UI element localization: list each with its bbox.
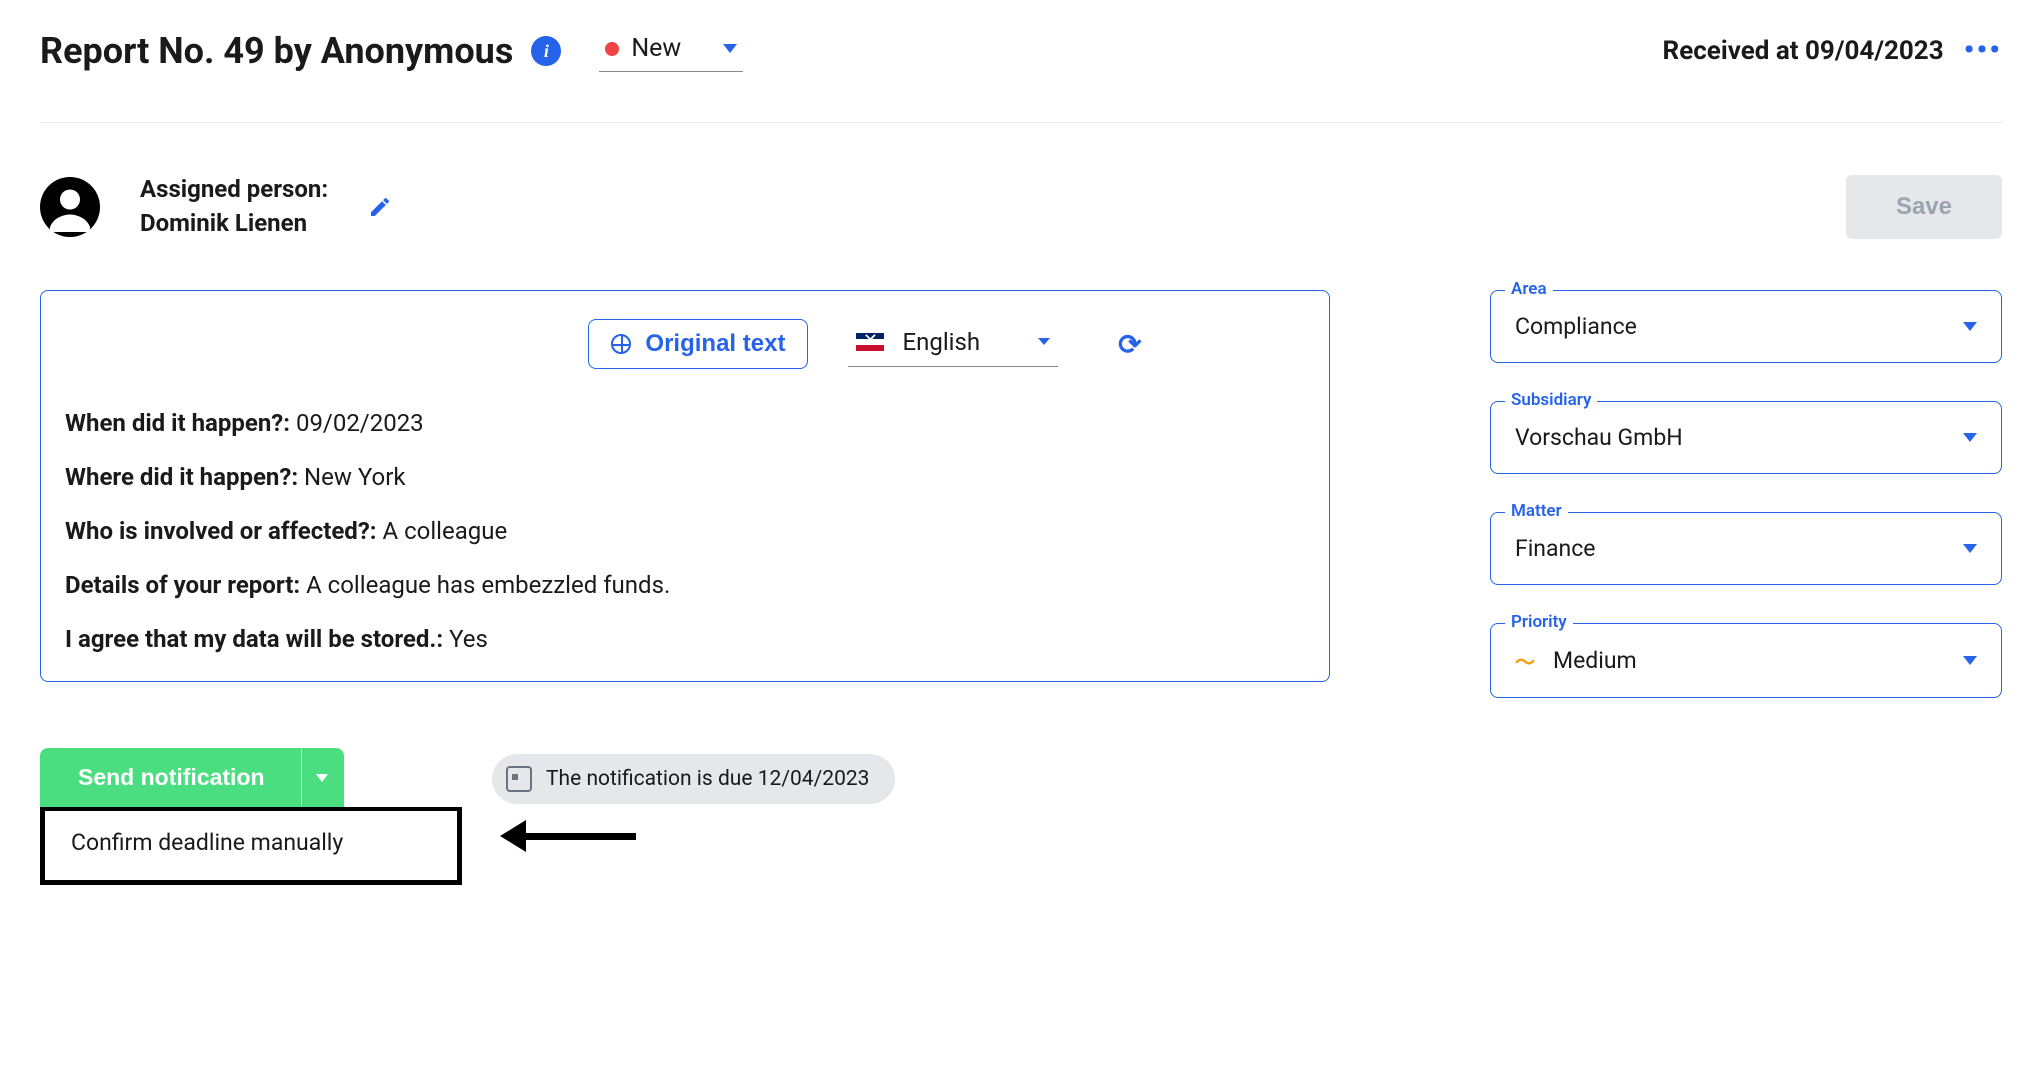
page-title: Report No. 49 by Anonymous bbox=[40, 30, 513, 72]
report-toolbar: Original text English ⟳ bbox=[425, 319, 1305, 369]
status-select[interactable]: New bbox=[599, 30, 743, 72]
assigned-text: Assigned person: Dominik Lienen bbox=[140, 173, 328, 240]
report-line-details: Details of your report: A colleague has … bbox=[65, 571, 1305, 599]
globe-icon bbox=[611, 334, 631, 354]
chevron-down-icon bbox=[1963, 322, 1977, 331]
report-line-consent: I agree that my data will be stored.: Ye… bbox=[65, 625, 1305, 653]
calendar-icon bbox=[506, 766, 532, 792]
header-left: Report No. 49 by Anonymous i New bbox=[40, 30, 743, 72]
status-value: New bbox=[631, 34, 681, 63]
bottom-actions: Send notification Confirm deadline manua… bbox=[40, 748, 2002, 885]
assigned-name: Dominik Lienen bbox=[140, 207, 328, 241]
side-column: Area Compliance Subsidiary Vorschau GmbH… bbox=[1490, 290, 2002, 698]
flag-uk-icon bbox=[856, 333, 884, 351]
arrow-head-icon bbox=[500, 820, 526, 852]
subsidiary-select[interactable]: Subsidiary Vorschau GmbH bbox=[1490, 401, 2002, 474]
send-split-button: Send notification bbox=[40, 748, 462, 807]
original-text-button[interactable]: Original text bbox=[588, 319, 808, 369]
chevron-down-icon bbox=[723, 44, 737, 53]
report-line-when: When did it happen?: 09/02/2023 bbox=[65, 409, 1305, 437]
due-text: The notification is due 12/04/2023 bbox=[546, 767, 869, 791]
avatar-icon bbox=[40, 177, 100, 237]
area-select[interactable]: Area Compliance bbox=[1490, 290, 2002, 363]
main-content: Original text English ⟳ When did it happ… bbox=[40, 290, 2002, 698]
priority-label: Priority bbox=[1505, 612, 1573, 632]
area-label: Area bbox=[1505, 279, 1553, 299]
edit-icon[interactable] bbox=[368, 195, 392, 219]
chevron-down-icon bbox=[1963, 656, 1977, 665]
header-right: Received at 09/04/2023 ••• bbox=[1663, 36, 2002, 66]
language-value: English bbox=[902, 328, 980, 356]
priority-select[interactable]: Priority 〜 Medium bbox=[1490, 623, 2002, 698]
divider bbox=[40, 122, 2002, 123]
confirm-deadline-menu-item[interactable]: Confirm deadline manually bbox=[40, 807, 462, 885]
report-line-where: Where did it happen?: New York bbox=[65, 463, 1305, 491]
language-select[interactable]: English bbox=[848, 322, 1058, 367]
chevron-down-icon bbox=[1963, 433, 1977, 442]
chevron-down-icon bbox=[1963, 544, 1977, 553]
due-badge: The notification is due 12/04/2023 bbox=[492, 754, 895, 804]
send-notification-group: Send notification Confirm deadline manua… bbox=[40, 748, 462, 885]
chevron-down-icon bbox=[316, 774, 328, 782]
subsidiary-value: Vorschau GmbH bbox=[1515, 424, 1683, 451]
priority-medium-icon: 〜 bbox=[1515, 646, 1535, 675]
matter-label: Matter bbox=[1505, 501, 1568, 521]
save-button[interactable]: Save bbox=[1846, 175, 2002, 239]
original-text-label: Original text bbox=[645, 330, 785, 358]
annotation-arrow bbox=[500, 820, 636, 852]
send-dropdown-toggle[interactable] bbox=[301, 748, 344, 807]
area-value: Compliance bbox=[1515, 313, 1637, 340]
report-box: Original text English ⟳ When did it happ… bbox=[40, 290, 1330, 682]
matter-value: Finance bbox=[1515, 535, 1595, 562]
priority-value: Medium bbox=[1553, 647, 1637, 674]
assigned-left: Assigned person: Dominik Lienen bbox=[40, 173, 392, 240]
subsidiary-label: Subsidiary bbox=[1505, 390, 1597, 410]
assigned-label: Assigned person: bbox=[140, 173, 328, 207]
received-at: Received at 09/04/2023 bbox=[1663, 36, 1944, 66]
arrow-line-icon bbox=[526, 833, 636, 840]
matter-select[interactable]: Matter Finance bbox=[1490, 512, 2002, 585]
status-dot-icon bbox=[605, 42, 619, 56]
info-icon[interactable]: i bbox=[531, 36, 561, 66]
report-line-who: Who is involved or affected?: A colleagu… bbox=[65, 517, 1305, 545]
chevron-down-icon bbox=[1038, 338, 1050, 345]
page-header: Report No. 49 by Anonymous i New Receive… bbox=[40, 30, 2002, 72]
send-notification-button[interactable]: Send notification bbox=[40, 748, 301, 807]
assigned-row: Assigned person: Dominik Lienen Save bbox=[40, 173, 2002, 240]
refresh-icon[interactable]: ⟳ bbox=[1118, 328, 1141, 361]
